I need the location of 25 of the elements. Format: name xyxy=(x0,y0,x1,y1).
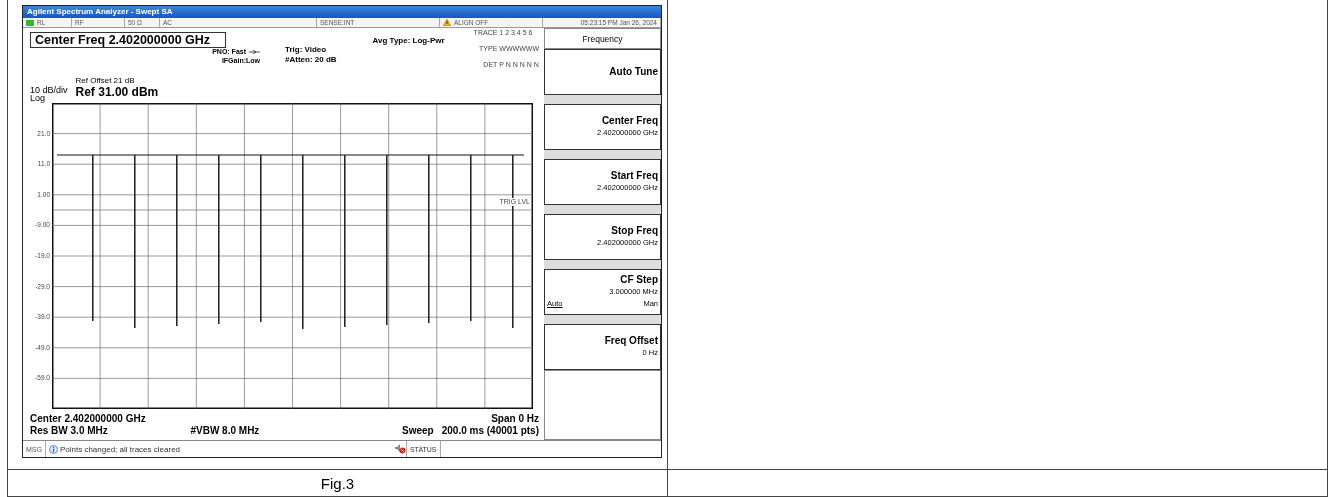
message-text: Points changed; all traces cleared xyxy=(59,444,182,454)
lxi-indicator-icon xyxy=(26,19,34,26)
blank-softkey[interactable] xyxy=(544,370,661,440)
softkey[interactable]: Auto Tune xyxy=(544,49,661,95)
scale-label: 10 dB/div xyxy=(30,86,68,94)
res-bw-label: Res BW 3.0 MHz xyxy=(30,424,108,437)
window-title: Agilent Spectrum Analyzer - Swept SA xyxy=(23,6,661,18)
info-icon xyxy=(48,444,58,454)
ref-level-label: Ref 31.00 dBm xyxy=(75,85,159,99)
sweep-value: 200.0 ms (40001 pts) xyxy=(441,424,539,437)
sweep-label: Sweep xyxy=(402,424,434,437)
ref-offset-label: Ref Offset 21 dB xyxy=(75,76,136,85)
vbw-label: #VBW 8.0 MHz xyxy=(190,424,260,437)
center-freq-readout: Center Freq 2.402000000 GHz xyxy=(30,32,226,48)
avg-type-label: Avg Type: Log-Pwr xyxy=(372,36,445,47)
figure-caption: Fig.3 xyxy=(8,469,668,496)
scale-type-label: Log xyxy=(30,94,47,102)
center-label: Center 2.402000000 GHz xyxy=(30,412,146,425)
menu-title: Frequency xyxy=(544,28,661,49)
trigger-label: Trig: Video xyxy=(285,45,328,55)
warning-icon xyxy=(443,19,451,26)
attenuation-label: #Atten: 20 dB xyxy=(285,55,337,65)
span-label: Span 0 Hz xyxy=(491,412,539,425)
speaker-muted-icon xyxy=(394,444,406,454)
trigger-arrow-icon xyxy=(249,49,260,54)
